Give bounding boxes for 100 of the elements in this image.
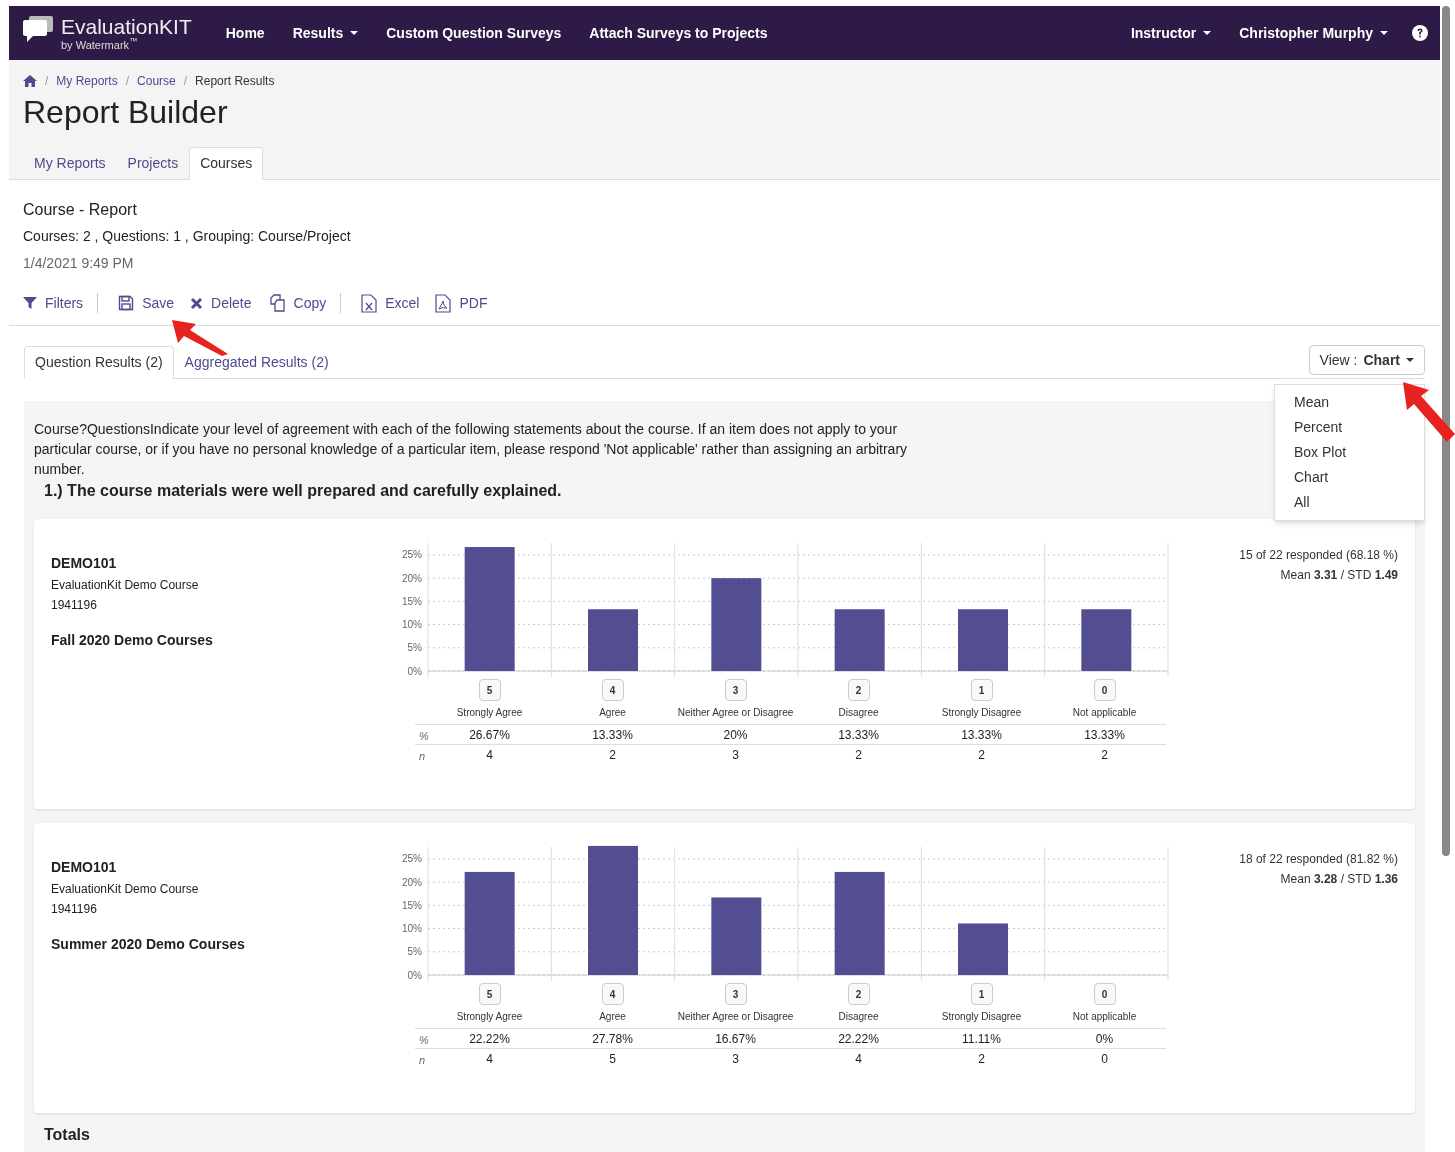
course-number: 1941196 [51, 901, 98, 918]
term-name: Fall 2020 Demo Courses [51, 631, 214, 650]
table-cell-text: 22.22% [469, 1030, 510, 1048]
scale-value-box: 3 [724, 983, 747, 1005]
pdf-file-icon [435, 293, 452, 313]
chat-bubbles-icon [23, 15, 53, 42]
table-cell-text: 2 [855, 747, 862, 764]
page-tab[interactable]: Courses [189, 147, 264, 180]
table-cell-text: 4 [486, 747, 493, 764]
report-summary: Courses: 2 , Questions: 1 , Grouping: Course/Project [23, 227, 352, 246]
toolbar-button[interactable]: Save [118, 292, 175, 314]
report-title: Course - Report [23, 200, 138, 220]
axis-tick-label: 0% [407, 665, 422, 677]
bar [958, 923, 1008, 975]
scale-value-box: 1 [970, 679, 993, 701]
response-rate: 18 of 22 responded (81.82 %) [1239, 851, 1398, 868]
bar [588, 609, 638, 671]
page-tab[interactable]: My Reports [23, 147, 117, 180]
table-cell-text: 16.67% [715, 1030, 756, 1048]
menu-item[interactable]: Chart [1294, 465, 1329, 490]
course-code: DEMO101 [51, 554, 118, 573]
brand-subtitle: by Watermark$^{™}$ [61, 39, 139, 51]
view-dropdown-button[interactable]: View : Chart [1308, 345, 1425, 375]
toolbar-button[interactable]: Copy [267, 292, 327, 314]
table-cell-text: 2 [609, 747, 616, 764]
axis-tick-label: 25% [402, 853, 422, 865]
table-cell-text: 2 [978, 747, 985, 764]
spreadsheet-file-icon [361, 293, 378, 313]
scale-value-box: 3 [724, 679, 747, 701]
home-icon[interactable] [23, 74, 37, 87]
scale-value-box: 2 [847, 983, 870, 1005]
category-label: Agree [599, 706, 626, 720]
scale-value-box: 2 [847, 679, 870, 701]
axis-tick-label: 10% [402, 619, 422, 631]
toolbar-button[interactable]: PDF [435, 292, 488, 314]
category-label: Strongly Disagree [941, 1010, 1022, 1024]
help-icon[interactable] [1412, 25, 1428, 41]
mean-std-text: Mean 3.28 / STD 1.36 [1280, 871, 1398, 888]
bar [958, 609, 1008, 671]
scale-value-box: 5 [478, 679, 501, 701]
menu-item[interactable]: Mean [1294, 390, 1330, 415]
menu-item[interactable]: Box Plot [1294, 440, 1347, 465]
nav-link[interactable]: Attach Surveys to Projects [575, 22, 782, 44]
axis-tick-label: 15% [402, 899, 422, 911]
table-cell-text: 3 [732, 1051, 739, 1068]
breadcrumb-item[interactable]: Course [137, 71, 176, 90]
mean-std-text: Mean 3.31 / STD 1.49 [1280, 567, 1398, 584]
page-tab[interactable]: Projects [116, 147, 190, 180]
category-label: Disagree [838, 706, 879, 720]
nav-link[interactable]: Home [211, 22, 279, 44]
menu-item[interactable]: All [1294, 490, 1310, 515]
category-label: Neither Agree or Disagree [677, 1010, 794, 1024]
scale-value-box: 0 [1093, 983, 1116, 1005]
result-tab[interactable]: Question Results (2) [24, 346, 174, 379]
scale-value-box: 5 [478, 983, 501, 1005]
course-name: EvaluationKit Demo Course [51, 577, 200, 594]
copy-icon [267, 294, 286, 312]
nav-link[interactable]: Instructor [1116, 22, 1226, 44]
row-label: % [419, 729, 429, 742]
axis-tick-label: 20% [402, 572, 422, 584]
nav-link[interactable]: Custom Question Surveys [372, 22, 576, 44]
nav-link[interactable]: Christopher Murphy [1225, 22, 1402, 44]
nav-link[interactable]: Results [278, 22, 373, 44]
result-tab[interactable]: Aggregated Results (2) [173, 346, 340, 379]
axis-tick-label: 0% [407, 969, 422, 981]
question-text: 1.) The course materials were well prepared and carefully explained. [44, 481, 562, 501]
question-intro: Course?QuestionsIndicate your level of agreement with each of the following statements about the course. If an item does not apply to your particular course, or if you have no personal knowledge of a particular item, please respond 'Not applicable' rather than assigning an arbitrary number. [34, 420, 909, 479]
category-label: Not applicable [1072, 1010, 1137, 1024]
table-cell-text: 5 [609, 1051, 616, 1068]
category-label: Strongly Disagree [941, 706, 1022, 720]
course-number: 1941196 [51, 597, 98, 614]
category-label: Disagree [838, 1010, 879, 1024]
table-cell-text: 0 [1101, 1051, 1108, 1068]
cross-icon [190, 296, 204, 310]
toolbar-button[interactable]: Filters [23, 292, 84, 314]
breadcrumb-item: Report Results [195, 72, 275, 90]
breadcrumb-item[interactable]: My Reports [56, 71, 118, 90]
table-cell-text: 13.33% [961, 726, 1002, 744]
axis-tick-label: 25% [402, 549, 422, 561]
scale-value-box: 4 [601, 679, 624, 701]
toolbar-button[interactable]: Delete [190, 292, 252, 314]
totals-heading: Totals [44, 1125, 90, 1145]
axis-tick-label: 10% [402, 923, 422, 935]
report-date: 1/4/2021 9:49 PM [23, 254, 135, 273]
table-cell-text: 0% [1095, 1030, 1114, 1048]
scale-value-box: 4 [601, 983, 624, 1005]
table-cell-text: 26.67% [469, 726, 510, 744]
scrollbar[interactable] [1442, 6, 1450, 856]
table-cell-text: 2 [1101, 747, 1108, 764]
axis-tick-label: 5% [407, 642, 422, 654]
table-cell-text: 13.33% [838, 726, 879, 744]
bar [1081, 609, 1132, 671]
axis-tick-label: 20% [402, 876, 422, 888]
category-label: Strongly Agree [456, 1010, 523, 1024]
category-label: Neither Agree or Disagree [677, 706, 794, 720]
menu-item[interactable]: Percent [1294, 415, 1343, 440]
category-label: Not applicable [1072, 706, 1137, 720]
axis-tick-label: 5% [407, 946, 422, 958]
category-label: Agree [599, 1010, 626, 1024]
toolbar-button[interactable]: Excel [361, 292, 420, 314]
